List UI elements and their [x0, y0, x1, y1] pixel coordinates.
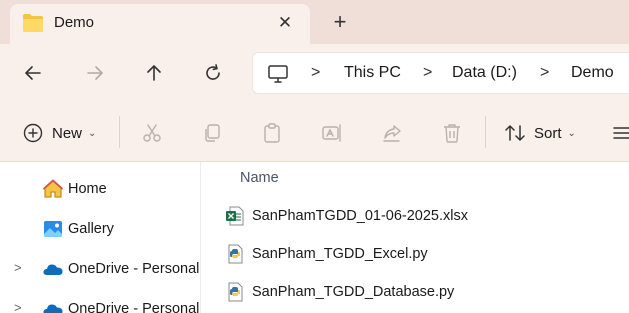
- trash-icon: [444, 124, 460, 143]
- sidebar-item-label: OneDrive - Personal: [68, 261, 200, 277]
- python-file-icon: [228, 244, 243, 264]
- file-name: SanPhamTGDD_01-06-2025.xlsx: [252, 208, 468, 224]
- list-item[interactable]: SanPham_TGDD_Database.py: [222, 276, 622, 308]
- file-list: Name SanPhamTGDD_01-06-2025.xlsx SanPham…: [202, 162, 629, 313]
- clipboard-icon: [264, 123, 280, 143]
- sidebar-item-home[interactable]: Home: [0, 172, 201, 208]
- cut-button[interactable]: [141, 120, 163, 146]
- breadcrumb-demo[interactable]: Demo: [571, 64, 614, 82]
- copy-button[interactable]: [201, 120, 223, 146]
- gallery-icon: [44, 221, 62, 237]
- home-icon: [43, 179, 63, 198]
- view-button[interactable]: [612, 120, 629, 146]
- sidebar-item-onedrive-personal[interactable]: > OneDrive - Personal: [0, 292, 201, 313]
- scissors-icon: [143, 124, 161, 142]
- column-header-name[interactable]: Name: [240, 170, 279, 186]
- command-bar: New ⌄ Sort ⌄: [0, 102, 629, 162]
- navigation-pane: Home Gallery > OneDrive - Personal > One…: [0, 162, 201, 313]
- delete-button[interactable]: [441, 120, 463, 146]
- list-item[interactable]: SanPham_TGDD_Excel.py: [222, 238, 622, 270]
- list-item[interactable]: SanPhamTGDD_01-06-2025.xlsx: [222, 200, 622, 232]
- title-bar: Demo ✕ +: [0, 0, 629, 48]
- excel-file-icon: [226, 206, 244, 226]
- sort-icon: [505, 125, 525, 141]
- expand-chevron-icon[interactable]: >: [14, 300, 22, 313]
- copy-icon: [205, 124, 220, 142]
- arrow-up-icon[interactable]: [139, 58, 169, 88]
- cloud-icon: [43, 264, 63, 275]
- tab-demo[interactable]: Demo ✕: [10, 4, 310, 44]
- sort-label: Sort: [534, 124, 562, 142]
- computer-icon: [268, 65, 288, 83]
- sidebar-item-label: OneDrive - Personal: [68, 301, 200, 313]
- menu-icon: [613, 127, 629, 139]
- sidebar-item-label: Gallery: [68, 221, 114, 237]
- divider: [119, 116, 120, 148]
- expand-chevron-icon[interactable]: >: [14, 260, 22, 275]
- file-name: SanPham_TGDD_Excel.py: [252, 246, 428, 262]
- folder-icon: [23, 14, 43, 32]
- rename-button[interactable]: [321, 120, 343, 146]
- sort-button[interactable]: Sort ⌄: [504, 120, 576, 146]
- chevron-down-icon: ⌄: [88, 127, 97, 139]
- address-bar[interactable]: > This PC > Data (D:) > Demo: [252, 52, 629, 94]
- breadcrumb-this-pc[interactable]: This PC: [344, 64, 401, 82]
- rename-icon: [322, 124, 341, 142]
- sidebar-item-label: Home: [68, 181, 107, 197]
- new-label: New: [52, 124, 83, 142]
- sidebar-item-onedrive-personal[interactable]: > OneDrive - Personal: [0, 252, 201, 288]
- arrow-right-icon[interactable]: [80, 58, 110, 88]
- plus-circle-icon: [23, 123, 43, 143]
- python-file-icon: [228, 282, 243, 302]
- paste-button[interactable]: [261, 120, 283, 146]
- new-button[interactable]: New ⌄: [22, 120, 96, 146]
- refresh-icon[interactable]: [198, 58, 228, 88]
- plus-icon[interactable]: +: [326, 8, 354, 36]
- arrow-left-icon[interactable]: [18, 58, 48, 88]
- tab-title: Demo: [54, 14, 95, 31]
- share-icon: [383, 125, 401, 142]
- navigation-bar: > This PC > Data (D:) > Demo: [0, 44, 629, 102]
- breadcrumb-separator: >: [311, 64, 321, 81]
- divider: [485, 116, 486, 148]
- close-icon[interactable]: ✕: [272, 10, 298, 36]
- cloud-icon: [43, 304, 63, 313]
- sidebar-item-gallery[interactable]: Gallery: [0, 212, 201, 248]
- share-button[interactable]: [381, 120, 403, 146]
- breadcrumb-separator: >: [540, 64, 550, 81]
- chevron-down-icon: ⌄: [567, 127, 576, 139]
- breadcrumb-data-d[interactable]: Data (D:): [452, 64, 517, 82]
- breadcrumb-separator: >: [423, 64, 433, 81]
- file-name: SanPham_TGDD_Database.py: [252, 284, 455, 300]
